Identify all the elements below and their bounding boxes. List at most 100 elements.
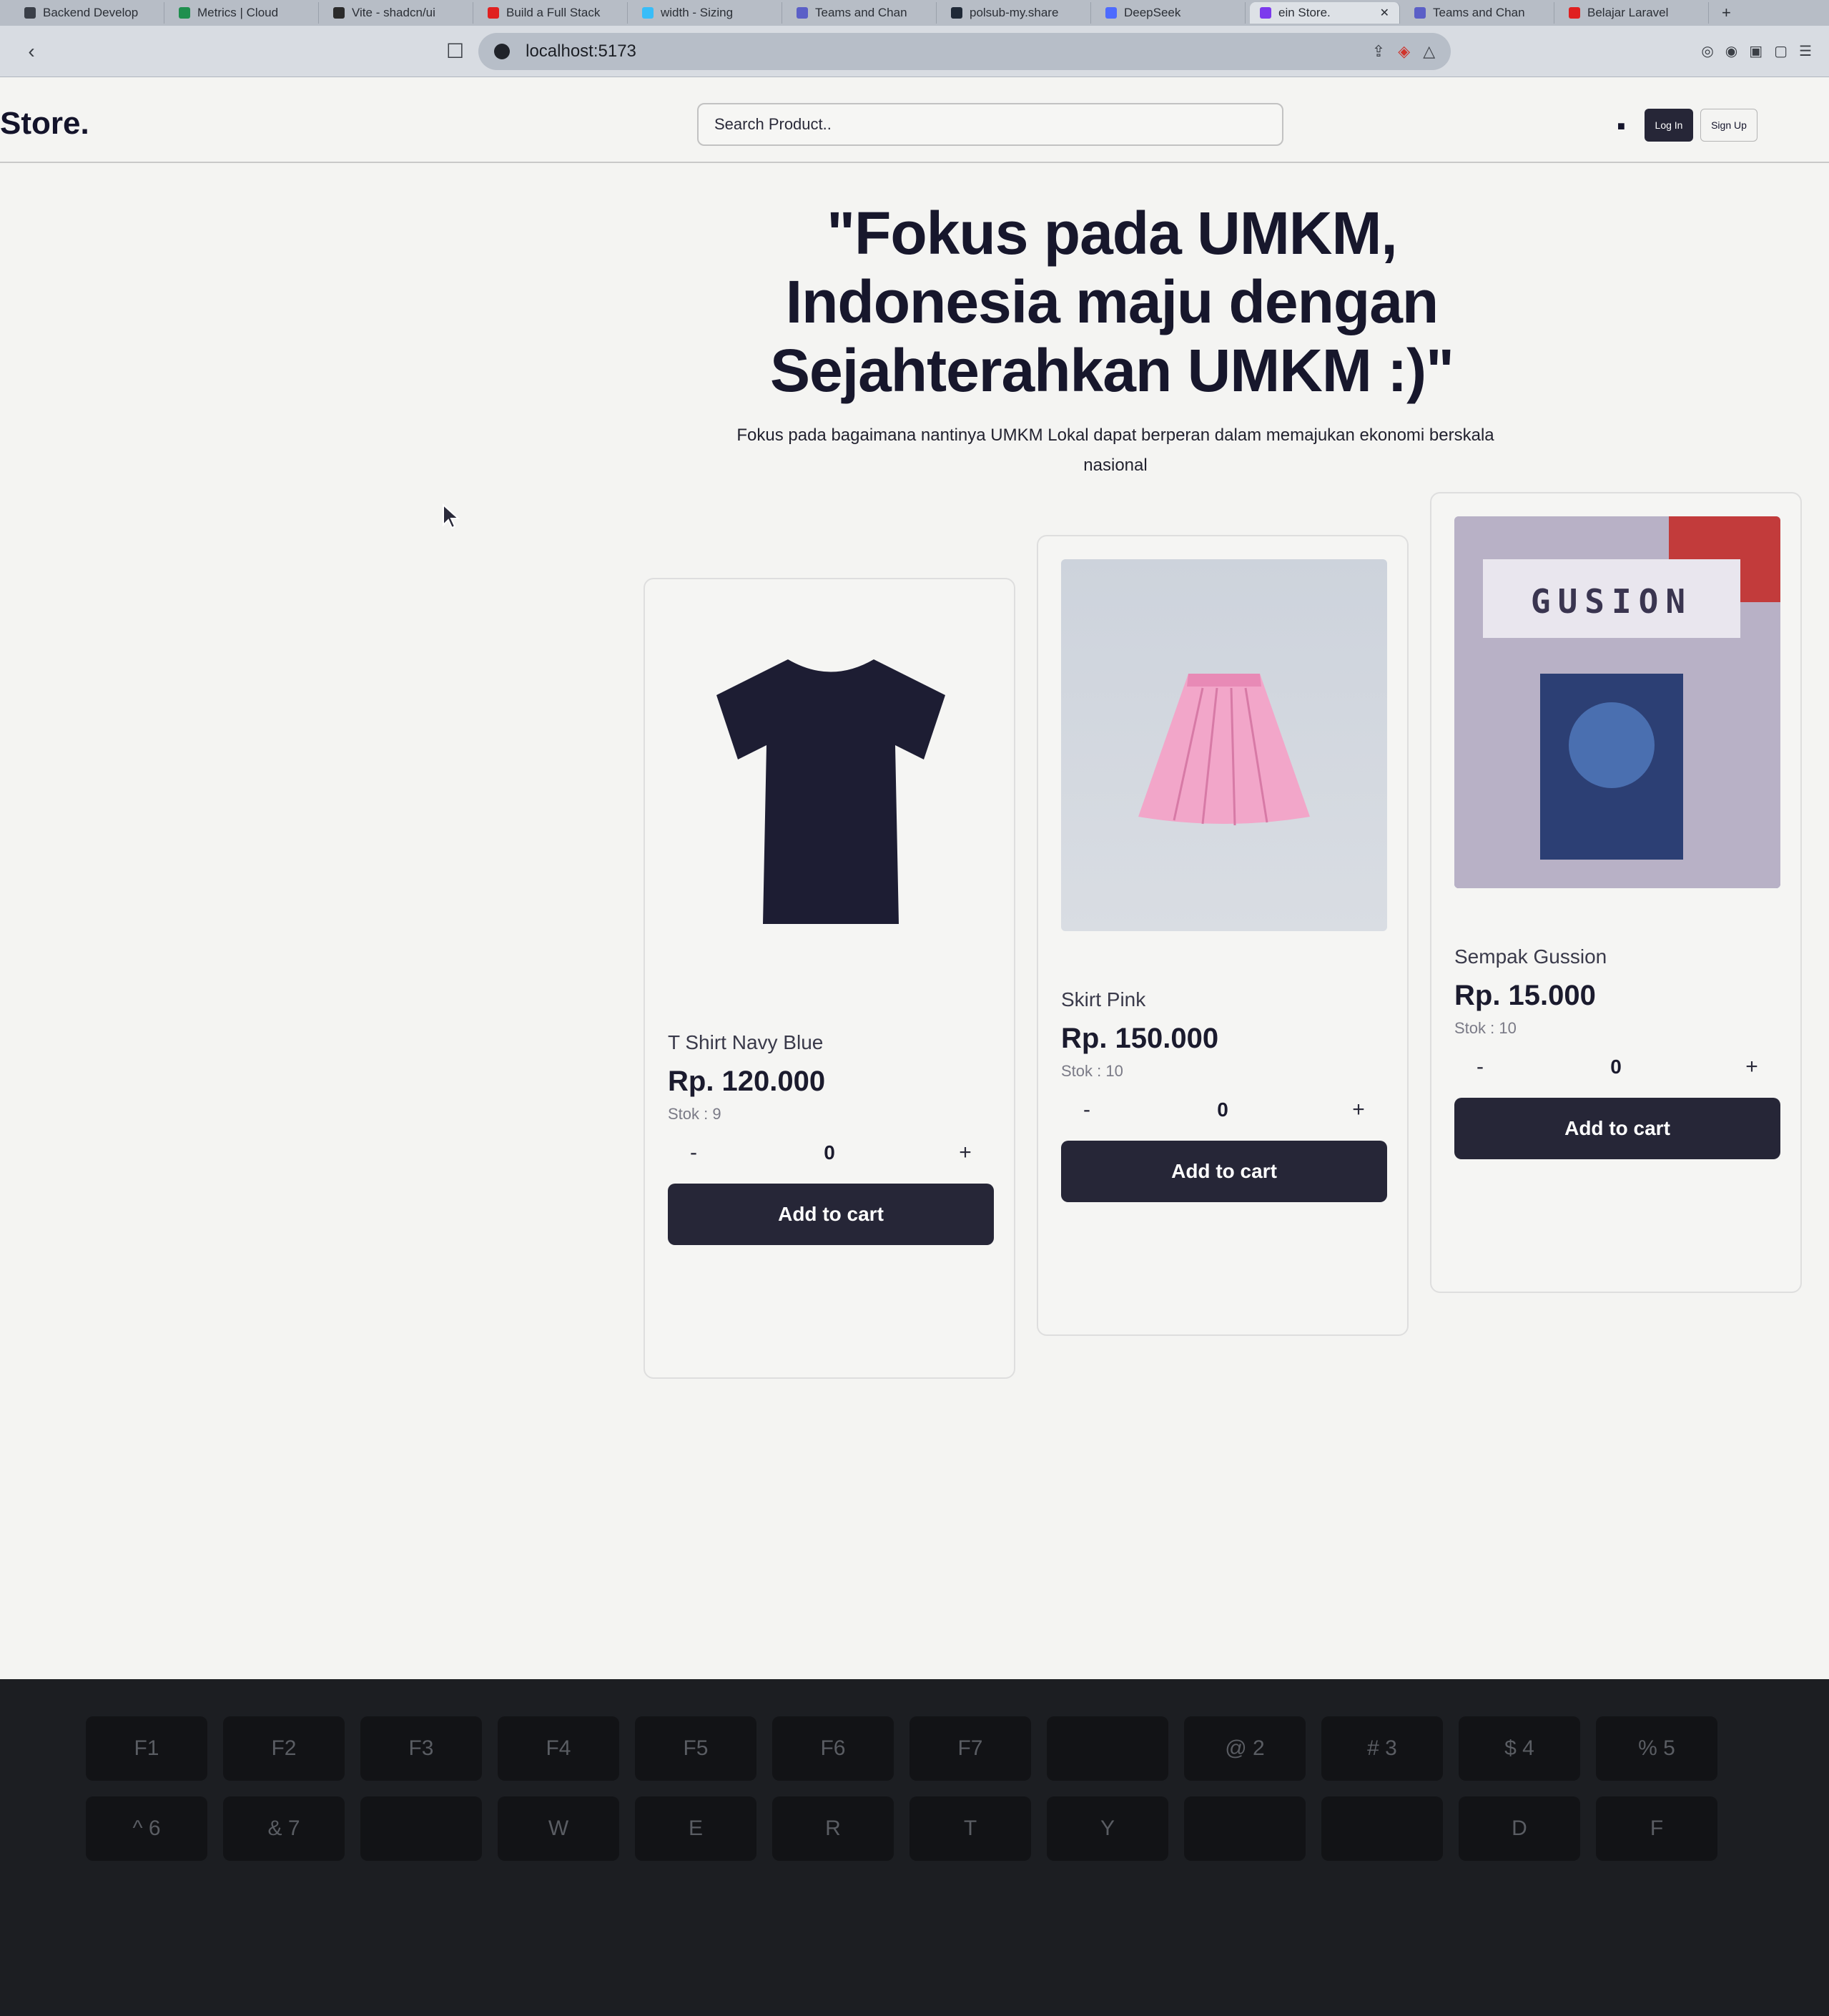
- keyboard-key: F3: [360, 1716, 482, 1781]
- product-image[interactable]: [668, 602, 994, 974]
- extension-icons: ◎ ◉ ▣ ▢ ☰: [1701, 42, 1812, 60]
- site-info-icon[interactable]: [494, 43, 511, 59]
- rewards-icon[interactable]: △: [1423, 42, 1435, 61]
- quantity-value: 0: [824, 1141, 835, 1164]
- browser-tab-strip: Backend Develop Metrics | Cloud Vite - s…: [0, 0, 1829, 26]
- browser-tab[interactable]: Metrics | Cloud: [169, 2, 319, 24]
- quantity-stepper: - 0 +: [1061, 1098, 1384, 1122]
- browser-tab[interactable]: Vite - shadcn/ui: [323, 2, 473, 24]
- cart-icon[interactable]: ■: [1617, 119, 1625, 134]
- product-card: T Shirt Navy Blue Rp. 120.000 Stok : 9 -…: [644, 578, 1015, 1379]
- close-tab-icon[interactable]: ✕: [1380, 6, 1389, 20]
- tab-favicon-icon: [797, 7, 808, 19]
- signup-button[interactable]: Sign Up: [1700, 109, 1757, 142]
- tab-favicon-icon: [951, 7, 962, 19]
- increment-button[interactable]: +: [1344, 1098, 1373, 1122]
- browser-tab[interactable]: polsub-my.share: [941, 2, 1091, 24]
- back-arrow-icon[interactable]: ‹: [17, 40, 46, 63]
- keyboard-key: F2: [223, 1716, 345, 1781]
- tab-favicon-icon: [488, 7, 499, 19]
- browser-tab[interactable]: DeepSeek: [1095, 2, 1246, 24]
- keyboard-key: & 7: [223, 1796, 345, 1861]
- extension-icon[interactable]: ◎: [1701, 42, 1713, 60]
- product-stock: Stok : 9: [668, 1105, 721, 1123]
- menu-icon[interactable]: ☰: [1799, 42, 1812, 60]
- tab-favicon-icon: [333, 7, 345, 19]
- brave-shield-icon[interactable]: ◈: [1398, 42, 1410, 61]
- address-bar-icons: ⇪ ◈ △: [1372, 42, 1435, 61]
- add-to-cart-button[interactable]: Add to cart: [668, 1184, 994, 1245]
- keyboard: F1 F2 F3 F4 F5 F6 F7 @ 2 # 3 $ 4 % 5 ^ 6…: [86, 1716, 1717, 1861]
- keyboard-key: F6: [772, 1716, 894, 1781]
- keyboard-key: F7: [909, 1716, 1031, 1781]
- tab-label: Backend Develop: [43, 6, 139, 19]
- share-icon[interactable]: ⇪: [1372, 42, 1385, 61]
- browser-tab-active[interactable]: ein Store. ✕: [1250, 2, 1400, 24]
- keyboard-key: [360, 1796, 482, 1861]
- add-to-cart-button[interactable]: Add to cart: [1454, 1098, 1780, 1159]
- tab-favicon-icon: [1260, 7, 1271, 19]
- keyboard-key: ^ 6: [86, 1796, 207, 1861]
- keyboard-key: F: [1596, 1796, 1717, 1861]
- browser-tab[interactable]: Teams and Chan: [1404, 2, 1554, 24]
- keyboard-key: W: [498, 1796, 619, 1861]
- increment-button[interactable]: +: [1737, 1055, 1766, 1079]
- browser-tab[interactable]: Backend Develop: [14, 2, 164, 24]
- decrement-button[interactable]: -: [1466, 1055, 1494, 1079]
- product-image[interactable]: GUSION: [1454, 516, 1780, 888]
- new-tab-icon[interactable]: +: [1713, 4, 1740, 22]
- keyboard-key: F1: [86, 1716, 207, 1781]
- decrement-button[interactable]: -: [1073, 1098, 1101, 1122]
- increment-button[interactable]: +: [951, 1141, 980, 1165]
- quantity-stepper: - 0 +: [1454, 1055, 1778, 1079]
- extension-icon[interactable]: ▢: [1774, 42, 1788, 60]
- product-name: T Shirt Navy Blue: [668, 1031, 824, 1053]
- keyboard-key: % 5: [1596, 1716, 1717, 1781]
- mouse-cursor-icon: [443, 503, 460, 529]
- extension-icon[interactable]: ◉: [1725, 42, 1737, 60]
- keyboard-key: R: [772, 1796, 894, 1861]
- tab-label: width - Sizing: [661, 6, 734, 19]
- quantity-stepper: - 0 +: [668, 1141, 991, 1165]
- quantity-value: 0: [1610, 1056, 1622, 1078]
- product-price: Rp. 150.000: [1061, 1023, 1219, 1054]
- browser-tab[interactable]: Build a Full Stack: [478, 2, 628, 24]
- decrement-button[interactable]: -: [679, 1141, 708, 1165]
- keyboard-key: [1184, 1796, 1306, 1861]
- keyboard-key: T: [909, 1796, 1031, 1861]
- product-card: Skirt Pink Rp. 150.000 Stok : 10 - 0 + A…: [1037, 535, 1409, 1336]
- tab-label: polsub-my.share: [970, 6, 1059, 19]
- site-navbar: Store. ■ Log In Sign Up: [0, 77, 1829, 163]
- hero-subtitle: Fokus pada bagaimana nantinya UMKM Lokal…: [736, 426, 1494, 475]
- product-grid: T Shirt Navy Blue Rp. 120.000 Stok : 9 -…: [644, 492, 1802, 1379]
- keyboard-key: Y: [1047, 1796, 1168, 1861]
- product-image[interactable]: [1061, 559, 1387, 931]
- browser-tab[interactable]: width - Sizing: [632, 2, 782, 24]
- browser-tab[interactable]: Belajar Laravel: [1559, 2, 1709, 24]
- tab-favicon-icon: [179, 7, 190, 19]
- browser-tab[interactable]: Teams and Chan: [787, 2, 937, 24]
- address-bar[interactable]: localhost:5173 ⇪ ◈ △: [478, 32, 1451, 70]
- web-page: Store. ■ Log In Sign Up "Fokus pada UMKM…: [0, 77, 1829, 1679]
- add-to-cart-button[interactable]: Add to cart: [1061, 1141, 1387, 1202]
- keyboard-key: $ 4: [1459, 1716, 1580, 1781]
- quantity-value: 0: [1217, 1098, 1228, 1121]
- product-stock: Stok : 10: [1061, 1062, 1123, 1080]
- tab-favicon-icon: [1414, 7, 1426, 19]
- gusion-print-text: GUSION: [1531, 582, 1692, 621]
- bookmark-icon[interactable]: ☐: [446, 39, 464, 63]
- pink-skirt-icon: [1138, 674, 1310, 826]
- product-name: Skirt Pink: [1061, 988, 1146, 1011]
- keyboard-key: E: [635, 1796, 756, 1861]
- site-logo[interactable]: Store.: [0, 106, 89, 142]
- browser-toolbar: ‹ ☐ localhost:5173 ⇪ ◈ △ ◎ ◉ ▣ ▢ ☰: [0, 26, 1829, 77]
- extension-icon[interactable]: ▣: [1749, 42, 1763, 60]
- url-text[interactable]: localhost:5173: [526, 41, 636, 62]
- search-input[interactable]: [697, 103, 1283, 146]
- tab-favicon-icon: [1105, 7, 1117, 19]
- tab-favicon-icon: [642, 7, 654, 19]
- tab-label: Belajar Laravel: [1587, 6, 1669, 19]
- tab-label: ein Store.: [1278, 6, 1331, 19]
- login-button[interactable]: Log In: [1645, 109, 1693, 142]
- keyboard-key: F4: [498, 1716, 619, 1781]
